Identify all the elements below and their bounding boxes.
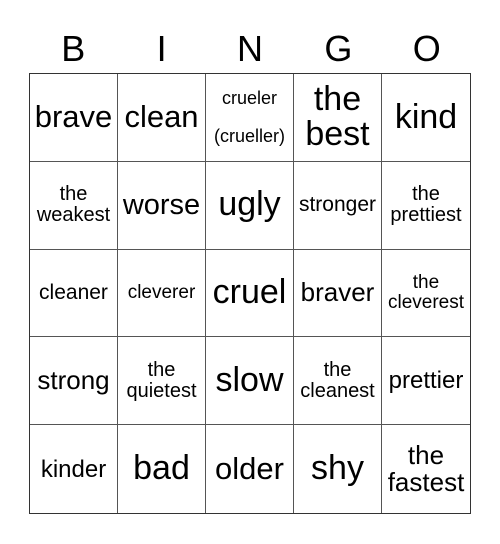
header-letter-o: O <box>412 28 441 69</box>
header-letter-i: I <box>156 28 167 69</box>
cell-text: worse <box>122 188 201 221</box>
bingo-cell[interactable]: the cleanest <box>294 337 382 426</box>
bingo-cell[interactable]: older <box>206 425 294 513</box>
cell-text: kinder <box>40 455 107 483</box>
bingo-cell[interactable]: the cleverest <box>382 250 470 338</box>
bingo-cell[interactable]: clean <box>118 74 206 162</box>
cell-text: brave <box>34 99 113 135</box>
bingo-cell[interactable]: strong <box>30 337 118 426</box>
bingo-grid: brave clean crueler (crueller) the best ki… <box>29 73 471 514</box>
cell-text: kind <box>394 97 458 136</box>
bingo-cell[interactable]: the fastest <box>382 425 470 513</box>
cell-text: weakest <box>36 204 111 227</box>
cell-text: quietest <box>126 379 197 402</box>
cell-text: ugly <box>218 185 281 224</box>
cell-text: prettier <box>388 367 464 395</box>
cell-text: cleverer <box>127 282 196 304</box>
cell-text: the <box>412 183 440 206</box>
bingo-cell[interactable]: slow <box>206 337 294 426</box>
bingo-cell[interactable]: cleverer <box>118 249 206 338</box>
cell-text: crueler <box>221 87 278 108</box>
bingo-cell[interactable]: kind <box>382 74 470 162</box>
cell-text: cleaner <box>39 280 108 304</box>
cell-text: best <box>305 115 370 154</box>
cell-text: the <box>407 439 445 470</box>
cell-text: prettiest <box>390 204 462 227</box>
cell-text: the <box>412 272 440 294</box>
cell-text: cruel <box>212 273 287 312</box>
cell-text: cleanest <box>300 379 375 402</box>
cell-text: the <box>59 183 88 206</box>
bingo-cell[interactable]: the weakest <box>30 161 118 250</box>
cell-text: the <box>313 79 362 118</box>
bingo-cell[interactable]: worse <box>118 161 206 250</box>
bingo-cell[interactable]: cruel <box>206 249 294 338</box>
header-letter-n: N <box>236 28 263 69</box>
bingo-cell[interactable]: shy <box>294 425 382 513</box>
cell-text: cleverest <box>387 291 465 313</box>
bingo-cell[interactable]: braver <box>294 249 382 338</box>
cell-text: strong <box>37 365 110 396</box>
bingo-cell[interactable]: the quietest <box>118 337 206 426</box>
cell-text: fastest <box>387 467 465 498</box>
cell-text: shy <box>311 449 364 488</box>
cell-text: the <box>323 358 352 381</box>
cell-text: bad <box>133 449 190 488</box>
cell-text: braver <box>300 277 375 308</box>
bingo-cell[interactable]: cleaner <box>30 249 118 338</box>
bingo-cell[interactable]: kinder <box>30 425 118 513</box>
bingo-cell[interactable]: the prettiest <box>382 162 470 250</box>
bingo-cell[interactable]: prettier <box>382 337 470 426</box>
bingo-header: B I N G O <box>29 26 471 72</box>
bingo-cell[interactable]: brave <box>30 74 118 162</box>
bingo-cell[interactable]: ugly <box>206 161 294 250</box>
bingo-cell[interactable]: bad <box>118 425 206 513</box>
header-letter-b: B <box>61 28 86 69</box>
cell-text: clean <box>124 99 199 135</box>
cell-text: slow <box>215 360 284 399</box>
bingo-cell[interactable]: crueler (crueller) <box>206 74 294 162</box>
header-letter-g: G <box>324 28 353 69</box>
cell-text: stronger <box>298 193 377 217</box>
cell-text: (crueller) <box>213 126 285 147</box>
bingo-cell[interactable]: the best <box>294 74 382 162</box>
bingo-cell[interactable]: stronger <box>294 161 382 250</box>
cell-text: the <box>147 358 176 381</box>
cell-text: older <box>215 450 284 486</box>
